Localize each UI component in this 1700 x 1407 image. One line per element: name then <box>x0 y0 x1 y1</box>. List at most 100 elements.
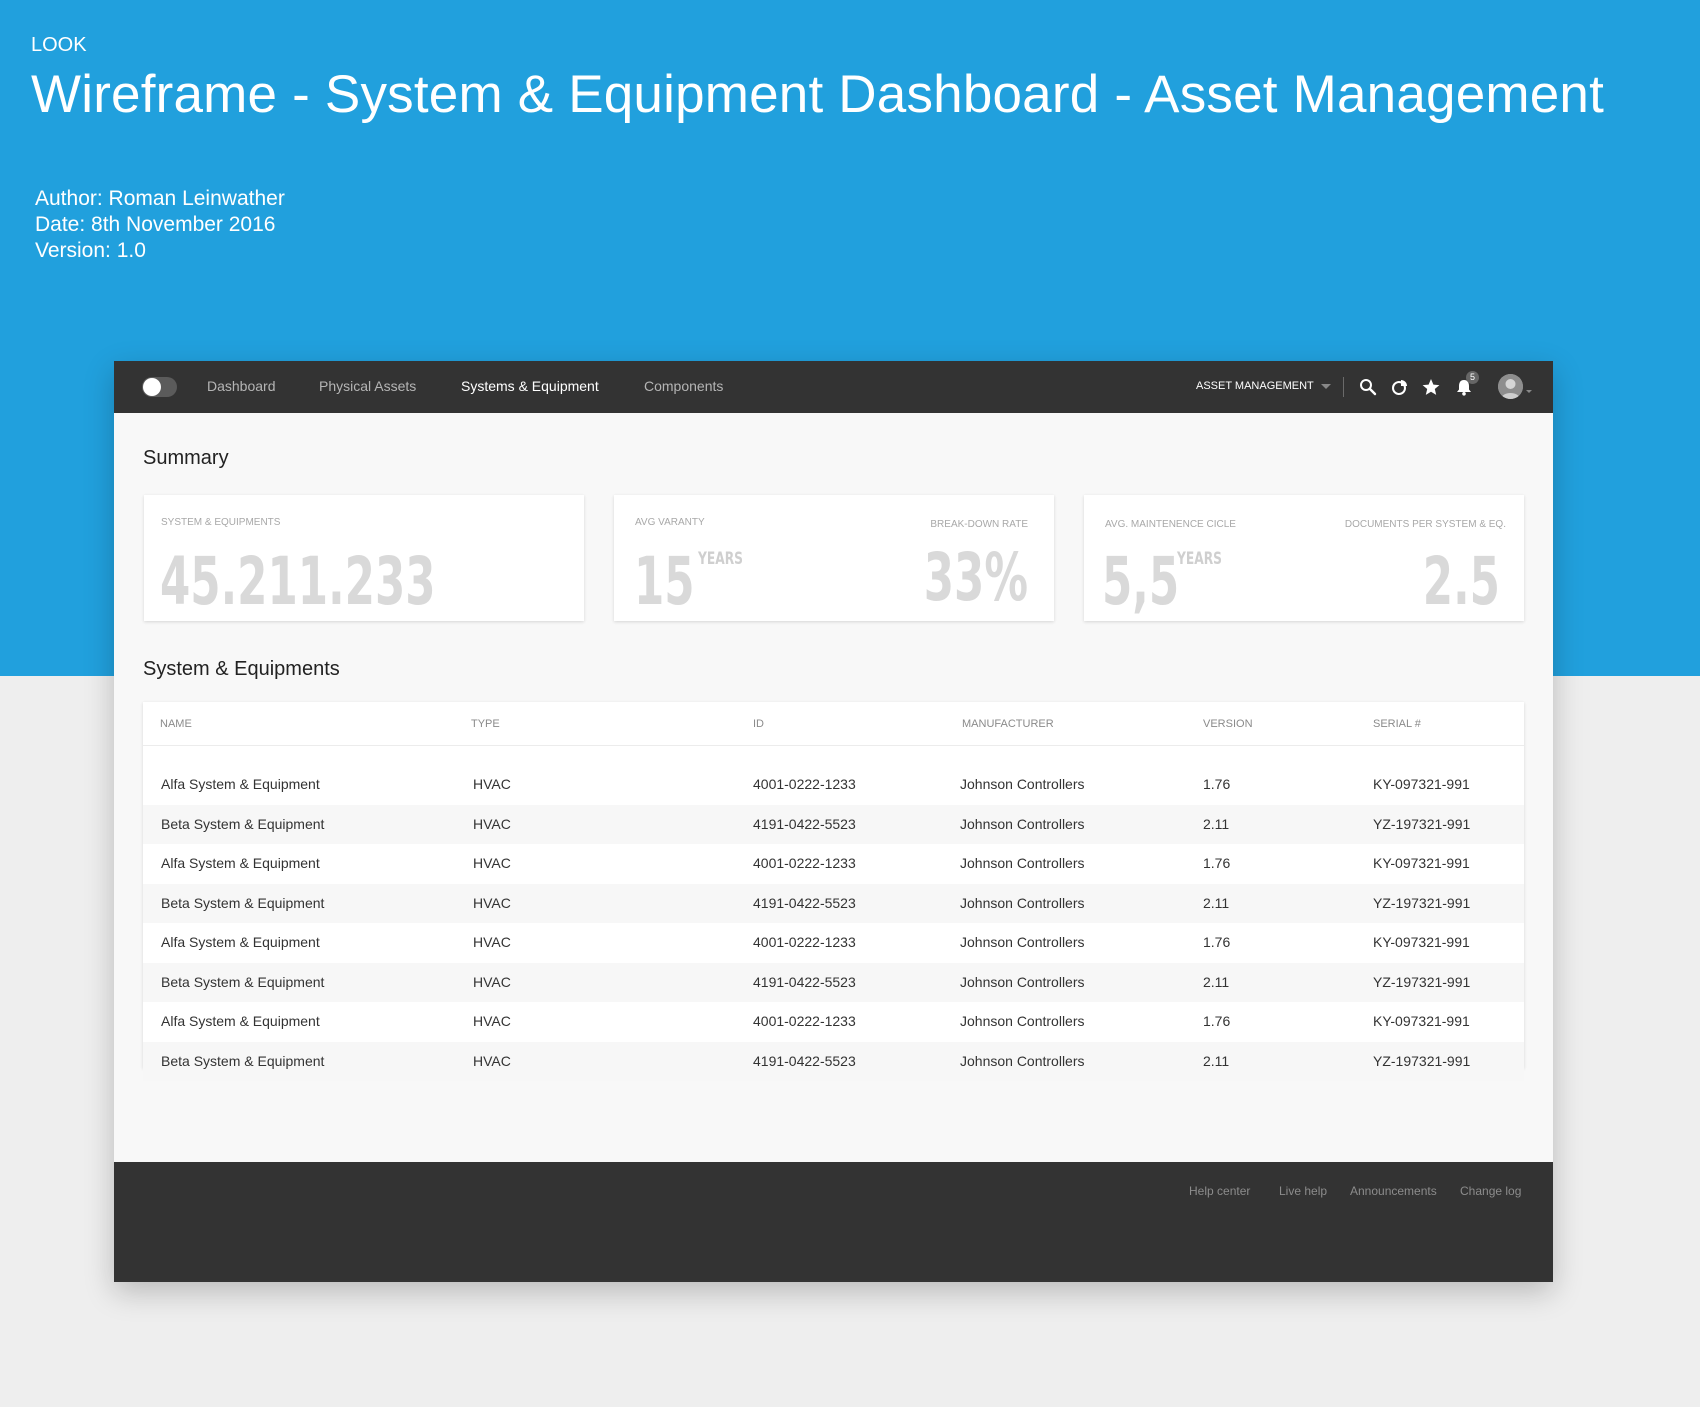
cell-serial: KY-097321-991 <box>1373 1013 1470 1029</box>
cell-serial: YZ-197321-991 <box>1373 1052 1471 1069</box>
search-icon[interactable] <box>1358 377 1378 397</box>
col-name[interactable]: NAME <box>160 718 192 730</box>
cell-manufacturer: Johnson Controllers <box>960 894 1085 911</box>
doc-title: Wireframe - System & Equipment Dashboard… <box>31 65 1604 124</box>
cell-name: Beta System & Equipment <box>161 1052 325 1069</box>
footer: Help center Live help Announcements Chan… <box>114 1162 1553 1282</box>
cell-id: 4191-0422-5523 <box>753 894 856 911</box>
cell-type: HVAC <box>473 776 511 792</box>
module-selector[interactable]: ASSET MANAGEMENT <box>1196 380 1331 392</box>
nav-systems-equipment[interactable]: Systems & Equipment <box>461 378 599 394</box>
card-value-left: 15 <box>634 543 695 620</box>
card-label-left: AVG. MAINTENENCE CICLE <box>1105 519 1236 530</box>
app-window: Dashboard Physical Assets Systems & Equi… <box>114 361 1553 1282</box>
doc-author: Author: Roman Leinwather <box>35 187 285 210</box>
cell-name: Alfa System & Equipment <box>161 776 320 792</box>
table-row[interactable]: Beta System & Equipment HVAC 4191-0422-552… <box>143 1041 1524 1081</box>
footer-change-log[interactable]: Change log <box>1460 1184 1521 1198</box>
nav-physical-assets[interactable]: Physical Assets <box>319 378 416 394</box>
cell-manufacturer: Johnson Controllers <box>960 973 1085 990</box>
cell-manufacturer: Johnson Controllers <box>960 855 1085 871</box>
star-icon[interactable] <box>1421 377 1441 397</box>
card-unit-left: YEARS <box>1177 549 1222 569</box>
col-serial[interactable]: SERIAL # <box>1373 718 1421 730</box>
col-manufacturer[interactable]: MANUFACTURER <box>962 718 1054 730</box>
cell-serial: KY-097321-991 <box>1373 776 1470 792</box>
cell-type: HVAC <box>473 855 511 871</box>
summary-card-maintenance: AVG. MAINTENENCE CICLE 5,5 YEARS DOCUMEN… <box>1084 495 1524 621</box>
toggle-knob <box>143 378 161 396</box>
avatar[interactable] <box>1498 374 1523 399</box>
table-row[interactable]: Beta System & Equipment HVAC 4191-0422-552… <box>143 962 1524 1002</box>
sidebar-toggle[interactable] <box>142 377 177 397</box>
card-label: SYSTEM & EQUIPMENTS <box>161 517 281 528</box>
table-row[interactable]: Beta System & Equipment HVAC 4191-0422-552… <box>143 883 1524 923</box>
cell-type: HVAC <box>473 1052 511 1069</box>
cell-version: 2.11 <box>1203 894 1230 911</box>
cell-manufacturer: Johnson Controllers <box>960 776 1085 792</box>
cell-manufacturer: Johnson Controllers <box>960 934 1085 950</box>
table-title: System & Equipments <box>143 658 340 680</box>
cell-version: 2.11 <box>1203 1052 1230 1069</box>
cell-version: 2.11 <box>1203 973 1230 990</box>
cell-serial: YZ-197321-991 <box>1373 815 1471 832</box>
equipment-table: NAME TYPE ID MANUFACTURER VERSION SERIAL… <box>143 702 1524 1081</box>
table-row[interactable]: Alfa System & Equipment HVAC 4001-0222-123… <box>143 1002 1524 1042</box>
cell-version: 1.76 <box>1203 1013 1231 1029</box>
notification-badge: 5 <box>1466 371 1479 384</box>
card-value: 45.211.233 <box>160 543 436 620</box>
col-type[interactable]: TYPE <box>471 718 500 730</box>
card-unit-left: YEARS <box>698 549 743 569</box>
avatar-chevron-down-icon[interactable] <box>1526 390 1532 393</box>
card-value-right: 2.5 <box>1422 543 1500 620</box>
cell-id: 4001-0222-1233 <box>753 934 856 950</box>
table-header: NAME TYPE ID MANUFACTURER VERSION SERIAL… <box>143 702 1524 746</box>
cell-version: 1.76 <box>1203 855 1231 871</box>
cell-name: Beta System & Equipment <box>161 815 325 832</box>
col-id[interactable]: ID <box>753 718 764 730</box>
doc-version: Version: 1.0 <box>35 239 146 262</box>
cell-manufacturer: Johnson Controllers <box>960 1013 1085 1029</box>
nav-components[interactable]: Components <box>644 378 723 394</box>
cell-id: 4191-0422-5523 <box>753 815 856 832</box>
chevron-down-icon <box>1320 383 1331 389</box>
summary-card-warranty: AVG VARANTY 15 YEARS BREAK-DOWN RATE 33% <box>614 495 1054 621</box>
footer-live-help[interactable]: Live help <box>1279 1184 1327 1198</box>
module-label: ASSET MANAGEMENT <box>1196 380 1314 392</box>
cell-type: HVAC <box>473 973 511 990</box>
footer-help-center[interactable]: Help center <box>1189 1184 1250 1198</box>
cell-manufacturer: Johnson Controllers <box>960 1052 1085 1069</box>
cell-manufacturer: Johnson Controllers <box>960 815 1085 832</box>
cell-name: Alfa System & Equipment <box>161 934 320 950</box>
cell-name: Beta System & Equipment <box>161 973 325 990</box>
table-row[interactable]: Alfa System & Equipment HVAC 4001-0222-123… <box>143 765 1524 805</box>
cell-id: 4191-0422-5523 <box>753 973 856 990</box>
cell-id: 4001-0222-1233 <box>753 855 856 871</box>
nav-dashboard[interactable]: Dashboard <box>207 378 276 394</box>
table-row[interactable]: Beta System & Equipment HVAC 4191-0422-552… <box>143 804 1524 844</box>
footer-announcements[interactable]: Announcements <box>1350 1184 1437 1198</box>
cell-type: HVAC <box>473 894 511 911</box>
cell-serial: YZ-197321-991 <box>1373 894 1471 911</box>
divider <box>1343 377 1344 397</box>
summary-card-systems: SYSTEM & EQUIPMENTS 45.211.233 <box>144 495 584 621</box>
col-version[interactable]: VERSION <box>1203 718 1253 730</box>
cell-name: Beta System & Equipment <box>161 894 325 911</box>
table-row[interactable]: Alfa System & Equipment HVAC 4001-0222-123… <box>143 844 1524 884</box>
card-value-left: 5,5 <box>1102 543 1180 620</box>
doc-meta: Author: Roman Leinwather Date: 8th Novem… <box>35 186 285 264</box>
table-row[interactable]: Alfa System & Equipment HVAC 4001-0222-123… <box>143 923 1524 963</box>
cell-serial: YZ-197321-991 <box>1373 973 1471 990</box>
cell-id: 4001-0222-1233 <box>753 776 856 792</box>
doc-label: LOOK <box>31 34 87 56</box>
top-navbar: Dashboard Physical Assets Systems & Equi… <box>114 361 1553 413</box>
cell-name: Alfa System & Equipment <box>161 1013 320 1029</box>
card-value-right: 33% <box>923 539 1028 616</box>
pie-chart-icon[interactable] <box>1390 377 1410 397</box>
cell-version: 1.76 <box>1203 776 1231 792</box>
card-label-left: AVG VARANTY <box>635 517 705 528</box>
table-body: Alfa System & Equipment HVAC 4001-0222-123… <box>143 765 1524 1081</box>
summary-title: Summary <box>143 447 229 469</box>
doc-date: Date: 8th November 2016 <box>35 213 276 236</box>
card-label-right: BREAK-DOWN RATE <box>930 519 1028 530</box>
